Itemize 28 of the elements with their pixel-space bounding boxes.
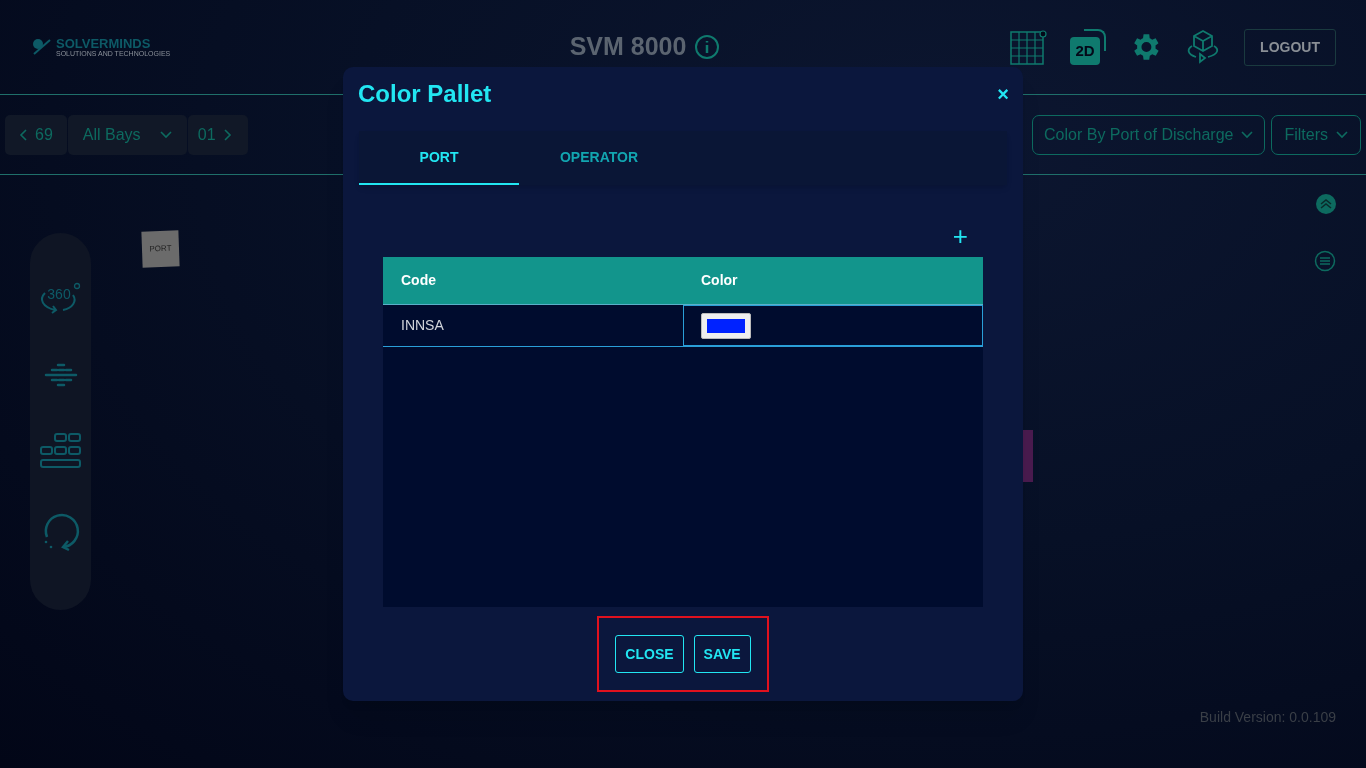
logo-name: SOLVERMINDS (56, 37, 152, 50)
add-button[interactable]: + (952, 223, 968, 247)
close-button[interactable]: × (997, 84, 1009, 104)
column-header: Code (400, 271, 437, 290)
dialog-title: Color Pallet (358, 79, 492, 109)
filters-dropdown[interactable]: Filters (1271, 114, 1361, 155)
chevron-down-icon (1241, 130, 1254, 139)
menu-icon[interactable] (1314, 250, 1336, 272)
logout-button[interactable]: LOGOUT (1244, 28, 1336, 66)
blocks-icon[interactable] (39, 433, 82, 469)
chevron-right-icon (223, 128, 232, 141)
color-swatch[interactable] (701, 312, 751, 339)
chevron-left-icon (19, 128, 27, 141)
app-title: SVM 8000 (569, 31, 687, 63)
port-label: PORT (141, 230, 180, 268)
collapse-up-icon[interactable] (1315, 193, 1337, 215)
chevron-down-icon (159, 130, 172, 139)
column-header: Color (700, 271, 739, 290)
grid-icon[interactable] (1010, 29, 1049, 65)
info-icon[interactable] (694, 34, 721, 60)
container-stack (1022, 430, 1033, 482)
save-button[interactable]: SAVE (693, 635, 751, 673)
tab[interactable]: PORT (359, 131, 519, 185)
tab[interactable]: OPERATOR (519, 131, 679, 185)
code-cell-text: INNSA (400, 316, 445, 335)
logo-icon (30, 36, 52, 58)
chevron-down-icon (1336, 130, 1348, 139)
close-dialog-button[interactable]: CLOSE (615, 635, 684, 673)
